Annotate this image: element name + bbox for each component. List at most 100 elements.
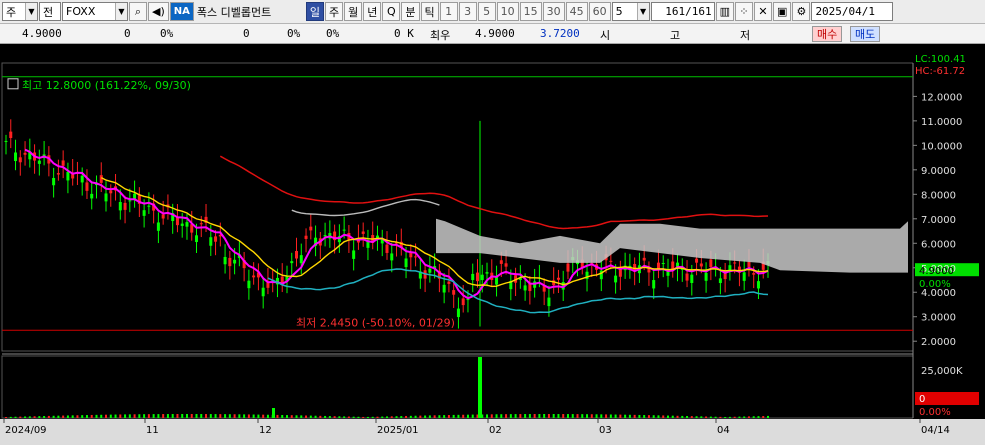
volume-bar [52, 415, 55, 418]
volume-bar [352, 416, 355, 418]
date-tick-label: 2024/09 [5, 425, 47, 436]
volume-pct: 0% [287, 27, 301, 40]
type-select[interactable]: 전 [39, 2, 61, 21]
date-input[interactable]: 2025/04/1 [811, 2, 894, 21]
volume-bar [600, 414, 603, 418]
sell-button[interactable]: 매도 [850, 26, 881, 42]
volume-bar [647, 415, 650, 418]
volume-bar [9, 416, 12, 418]
candle-body [404, 258, 408, 268]
settings-button[interactable]: ⚙ [792, 2, 811, 21]
volume-bar [238, 414, 241, 418]
bars-icon: ▥ [719, 5, 731, 18]
volume-bar [409, 415, 412, 418]
volume-bar [276, 414, 279, 418]
volume-bar [666, 415, 669, 418]
volume-bar [743, 416, 746, 418]
minute-45[interactable]: 45 [565, 2, 588, 21]
volume-bar [247, 414, 250, 418]
volume-bar [457, 414, 460, 418]
minute-15[interactable]: 15 [519, 2, 542, 21]
date-tick-label: 04 [717, 425, 730, 436]
candle-body [56, 173, 60, 175]
volume-bar [224, 414, 227, 418]
volume-bar [281, 415, 284, 418]
period-year[interactable]: 년 [363, 2, 382, 21]
volume-bar [371, 416, 374, 418]
volume-bar [266, 414, 269, 418]
period-day[interactable]: 일 [305, 2, 324, 21]
candle-body [699, 263, 703, 267]
gear-icon: ⚙ [796, 5, 807, 18]
link-button[interactable]: ⁘ [735, 2, 754, 21]
crosshair-button[interactable]: ✕ [754, 2, 773, 21]
period-minute[interactable]: 분 [401, 2, 420, 21]
volume-bar [728, 416, 731, 418]
hc-label: HC:-61.72 [915, 66, 965, 77]
candle-body [547, 297, 551, 307]
candle-body [695, 258, 699, 263]
zoom-button[interactable]: ▥ [715, 2, 735, 21]
candle-body [485, 272, 489, 274]
volume-bar [290, 415, 293, 418]
candle-body [752, 273, 756, 275]
search-button[interactable]: ⌕ [129, 2, 147, 21]
page-current: 161 [665, 5, 686, 18]
candle-body [523, 285, 527, 291]
volume-bar [681, 415, 684, 418]
candle-body [461, 298, 465, 306]
date-value: 2025/04/1 [815, 5, 876, 18]
date-tick-label: 12 [259, 425, 272, 436]
candle-body [452, 290, 456, 295]
symbol-input[interactable]: FOXX ▼ [62, 2, 128, 21]
volume-bar [714, 416, 717, 418]
candle-body [733, 262, 737, 264]
volume-bar [185, 414, 188, 418]
period-month[interactable]: 월 [344, 2, 363, 21]
volume-bar [566, 414, 569, 418]
volume-bar [333, 416, 336, 418]
volume-bar [57, 415, 60, 418]
high-annotation: 최고 12.8000 (161.22%, 09/30) [22, 79, 191, 92]
minute-3[interactable]: 3 [458, 2, 477, 21]
candle-body [690, 274, 694, 283]
save-button[interactable]: ▣ [773, 2, 792, 21]
candle-body [718, 278, 722, 284]
volume-bar [209, 414, 212, 418]
price-tick-label: 10.0000 [921, 141, 962, 152]
volume-bar [252, 414, 255, 418]
volume-bar [171, 414, 174, 418]
minute-60[interactable]: 60 [588, 2, 611, 21]
candle-body [109, 190, 113, 194]
volume-bar [47, 415, 50, 418]
volume-bar [309, 415, 312, 418]
period-tick[interactable]: 틱 [420, 2, 439, 21]
volume-bar [190, 414, 193, 418]
volume-bar [24, 416, 27, 418]
volume-bar [162, 414, 165, 418]
candle-body [185, 222, 189, 227]
volume-bar [581, 414, 584, 418]
market-select[interactable]: 주 ▼ [2, 2, 38, 21]
candle-body [566, 263, 570, 272]
minute-5[interactable]: 5 [477, 2, 496, 21]
count-select[interactable]: 5 ▼ [611, 2, 650, 21]
audio-button[interactable]: ◀) [148, 2, 169, 21]
minute-1[interactable]: 1 [439, 2, 458, 21]
market-value: 주 [6, 5, 17, 19]
candle-body [161, 214, 165, 219]
volume-bar [285, 415, 288, 418]
period-week[interactable]: 주 [325, 2, 344, 21]
buy-button[interactable]: 매수 [812, 26, 843, 42]
upper-band-line [219, 155, 769, 230]
minute-30[interactable]: 30 [542, 2, 565, 21]
grid-icon [7, 78, 19, 90]
minute-10[interactable]: 10 [496, 2, 519, 21]
stock-chart[interactable]: 12.0000 11.0000 10.0000 9.0000 8.0000 7.0000 6… [0, 45, 985, 445]
volume-bar [343, 416, 346, 418]
best-label: 최우 [430, 29, 451, 42]
candle-body [156, 222, 160, 231]
volume-bar [628, 414, 631, 418]
volume-bar [205, 414, 208, 418]
period-quarter[interactable]: Q [382, 2, 401, 21]
